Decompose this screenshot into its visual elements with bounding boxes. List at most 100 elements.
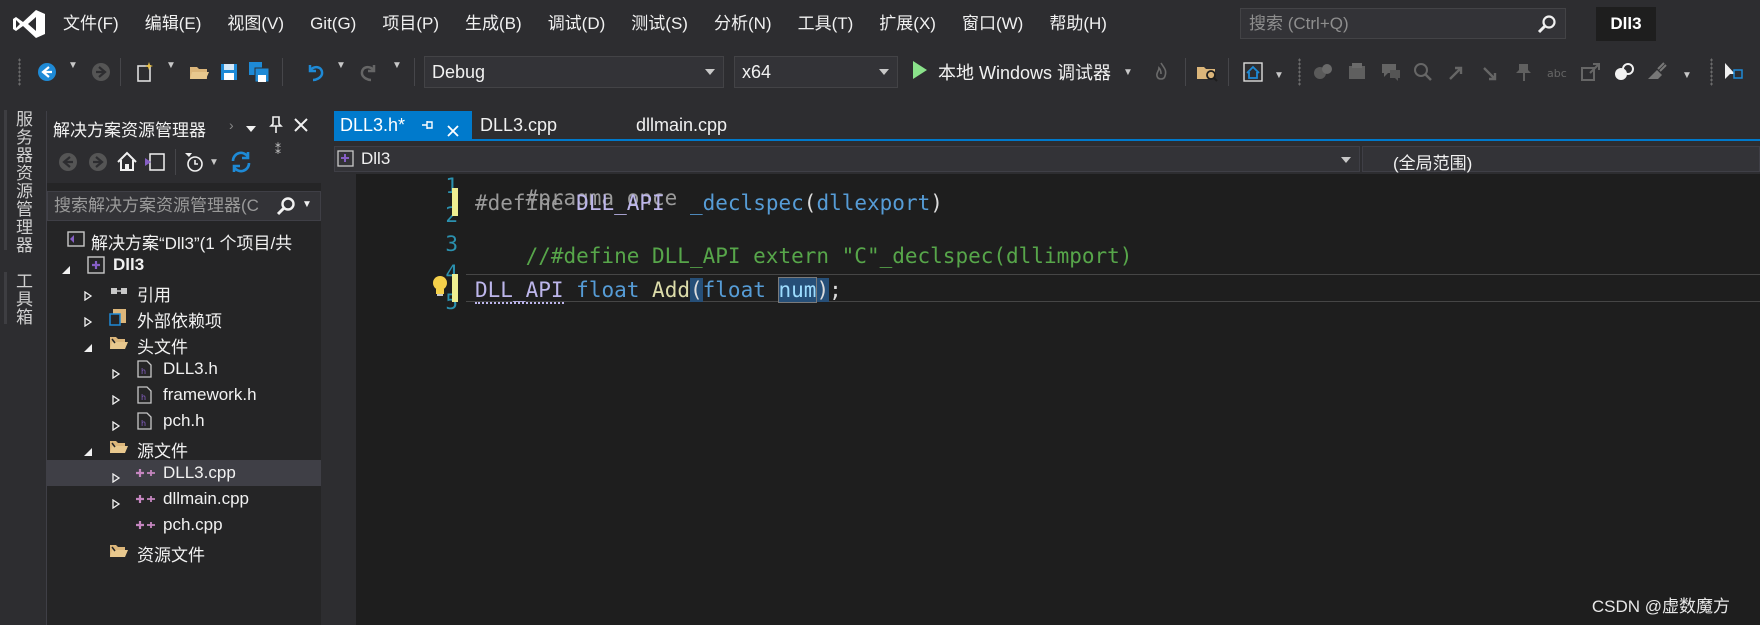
tree-item-solution[interactable]: 解决方案“Dll3”(1 个项目/共 bbox=[47, 226, 321, 253]
collapsed-arrow-icon[interactable] bbox=[111, 364, 121, 380]
find-icon[interactable] bbox=[1412, 61, 1434, 83]
menu-edit[interactable]: 编辑(E) bbox=[132, 0, 215, 48]
save-all-icon[interactable] bbox=[248, 61, 270, 83]
back-icon[interactable] bbox=[57, 151, 79, 178]
home-dropdown-icon[interactable]: ▼ bbox=[1274, 70, 1284, 81]
sync-icon[interactable] bbox=[229, 150, 253, 179]
step-out-icon[interactable] bbox=[1446, 61, 1468, 83]
new-item-icon[interactable] bbox=[134, 61, 156, 83]
collapsed-arrow-icon[interactable] bbox=[83, 312, 93, 328]
forward-icon[interactable] bbox=[87, 151, 109, 178]
menu-help[interactable]: 帮助(H) bbox=[1036, 0, 1120, 48]
run-dropdown-icon[interactable]: ▼ bbox=[1123, 67, 1133, 78]
expanded-arrow-icon[interactable] bbox=[61, 260, 71, 274]
toolbar-grip[interactable] bbox=[1710, 58, 1713, 86]
clear-icon[interactable] bbox=[1646, 61, 1668, 83]
filter-dropdown-icon[interactable]: ▼ bbox=[209, 157, 219, 168]
menu-extensions[interactable]: 扩展(X) bbox=[866, 0, 949, 48]
solution-search-input[interactable] bbox=[54, 192, 274, 220]
quick-launch-input[interactable] bbox=[1249, 9, 1519, 38]
pin-tool-icon[interactable] bbox=[1514, 61, 1536, 83]
expanded-arrow-icon[interactable] bbox=[83, 442, 93, 456]
comment-token: //#define DLL_API extern "C"_declspec(dl… bbox=[525, 244, 1133, 268]
collapsed-arrow-icon[interactable] bbox=[111, 390, 121, 406]
tree-item-resource-files[interactable]: 资源文件 bbox=[47, 538, 321, 565]
live-share-icon[interactable] bbox=[1614, 61, 1636, 83]
line-number: 3 bbox=[445, 232, 458, 256]
save-icon[interactable] bbox=[218, 61, 240, 83]
tab-dllmain-cpp[interactable]: dllmain.cpp bbox=[636, 111, 727, 139]
menu-debug[interactable]: 调试(D) bbox=[535, 0, 619, 48]
back-dropdown-icon[interactable]: ▼ bbox=[68, 60, 78, 71]
collapsed-arrow-icon[interactable] bbox=[111, 416, 121, 432]
collapsed-arrow-icon[interactable] bbox=[83, 286, 93, 302]
tree-item-source-files[interactable]: 源文件 bbox=[47, 434, 321, 461]
layout-icon[interactable] bbox=[1346, 61, 1368, 83]
tab-toolbox[interactable]: 工具箱 bbox=[10, 272, 35, 326]
export-icon[interactable] bbox=[1580, 61, 1602, 83]
more-tools-icon[interactable]: ⁑ bbox=[275, 143, 281, 157]
tree-item-external-dependencies[interactable]: 外部依赖项 bbox=[47, 304, 321, 331]
menu-tools[interactable]: 工具(T) bbox=[785, 0, 867, 48]
start-debugging-button[interactable]: 本地 Windows 调试器 ▼ bbox=[912, 56, 1133, 88]
toolbar-grip[interactable] bbox=[18, 58, 21, 86]
close-icon[interactable] bbox=[293, 117, 309, 138]
toolbar-grip[interactable] bbox=[1298, 58, 1301, 86]
pin-tab-icon[interactable] bbox=[420, 111, 434, 147]
collapsed-arrow-icon[interactable] bbox=[111, 468, 121, 484]
pending-changes-filter-icon[interactable] bbox=[183, 151, 205, 178]
home-icon[interactable] bbox=[115, 150, 139, 179]
tree-item-header-files[interactable]: 头文件 bbox=[47, 330, 321, 357]
menu-view[interactable]: 视图(V) bbox=[214, 0, 297, 48]
select-pointer-icon[interactable] bbox=[1722, 61, 1744, 83]
tab-server-explorer[interactable]: 服务器资源管理器 bbox=[10, 110, 35, 254]
hot-reload-icon[interactable] bbox=[1150, 61, 1172, 83]
menu-test[interactable]: 测试(S) bbox=[618, 0, 701, 48]
menu-git[interactable]: Git(G) bbox=[297, 0, 369, 48]
menu-window[interactable]: 窗口(W) bbox=[949, 0, 1036, 48]
menu-project[interactable]: 项目(P) bbox=[369, 0, 452, 48]
menu-build[interactable]: 生成(B) bbox=[452, 0, 535, 48]
close-tab-icon[interactable] bbox=[446, 118, 460, 146]
tree-item-file-selected[interactable]: DLL3.cpp bbox=[47, 460, 321, 486]
platform-select[interactable]: x64 bbox=[734, 56, 898, 88]
menu-analyze[interactable]: 分析(N) bbox=[701, 0, 785, 48]
search-icon[interactable] bbox=[276, 196, 296, 221]
code-editor[interactable]: 1 2 3 4 5 #pragma once #define DLL_API _… bbox=[334, 174, 1760, 625]
comments-icon[interactable] bbox=[1380, 61, 1402, 83]
configuration-select[interactable]: Debug bbox=[424, 56, 724, 88]
overflow-dropdown-icon[interactable]: ▼ bbox=[1682, 70, 1692, 81]
scope-dropdown[interactable]: (全局范围) bbox=[1362, 146, 1760, 173]
window-menu-icon[interactable] bbox=[245, 119, 257, 139]
navigate-forward-icon[interactable] bbox=[90, 61, 112, 83]
home-page-icon[interactable] bbox=[1242, 61, 1264, 83]
undo-dropdown-icon[interactable]: ▼ bbox=[336, 60, 346, 71]
pin-icon[interactable] bbox=[269, 116, 283, 139]
redo-icon[interactable] bbox=[358, 61, 380, 83]
tree-item-file[interactable]: h pch.h bbox=[47, 408, 321, 434]
tree-item-file[interactable]: h framework.h bbox=[47, 382, 321, 408]
navigate-back-icon[interactable] bbox=[36, 61, 58, 83]
spell-check-icon[interactable]: abc bbox=[1546, 61, 1568, 83]
redo-dropdown-icon[interactable]: ▼ bbox=[392, 60, 402, 71]
tree-item-file[interactable]: dllmain.cpp bbox=[47, 486, 321, 512]
tree-item-file[interactable]: pch.cpp bbox=[47, 512, 321, 538]
search-options-dropdown-icon[interactable]: ▼ bbox=[302, 199, 312, 210]
tree-item-file[interactable]: h DLL3.h bbox=[47, 356, 321, 382]
expanded-arrow-icon[interactable] bbox=[83, 338, 93, 352]
solution-folder-icon[interactable] bbox=[1196, 61, 1218, 83]
breakpoints-icon[interactable] bbox=[1312, 61, 1334, 83]
tree-item-project[interactable]: Dll3 bbox=[47, 252, 321, 278]
open-folder-icon[interactable] bbox=[188, 61, 210, 83]
lightbulb-icon[interactable] bbox=[430, 274, 450, 303]
tab-dll3-cpp[interactable]: DLL3.cpp bbox=[480, 111, 557, 139]
new-item-dropdown-icon[interactable]: ▼ bbox=[166, 60, 176, 71]
search-icon[interactable] bbox=[1537, 14, 1557, 34]
tab-dll3-h[interactable]: DLL3.h* bbox=[334, 111, 472, 139]
step-into-icon[interactable] bbox=[1480, 61, 1502, 83]
collapsed-arrow-icon[interactable] bbox=[111, 494, 121, 510]
undo-icon[interactable] bbox=[304, 61, 326, 83]
menu-file[interactable]: 文件(F) bbox=[50, 0, 132, 48]
tree-item-references[interactable]: 引用 bbox=[47, 278, 321, 305]
switch-views-icon[interactable] bbox=[143, 150, 167, 179]
